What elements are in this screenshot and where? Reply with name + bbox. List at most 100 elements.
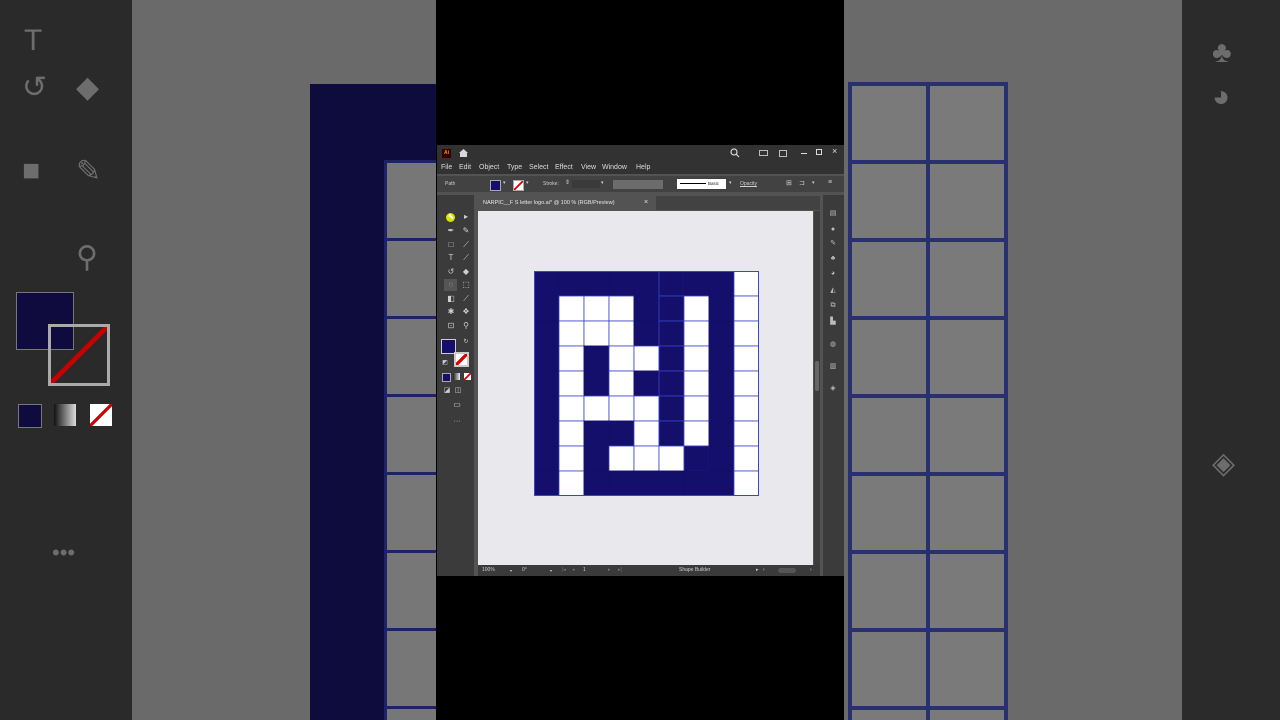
grid-cell[interactable] [558, 445, 585, 472]
grid-cell[interactable] [633, 295, 660, 322]
grid-cell[interactable] [558, 295, 585, 322]
layers-icon[interactable]: ◈ [829, 385, 837, 393]
grid-cell[interactable] [733, 320, 759, 347]
grid-cell[interactable] [733, 271, 759, 297]
draw-behind-icon[interactable]: ◫ [453, 386, 463, 396]
next-artboard-icon[interactable]: ▸ [608, 565, 611, 576]
menu-window[interactable]: Window [602, 164, 627, 171]
grid-cell[interactable] [708, 445, 735, 472]
grid-cell[interactable] [558, 470, 585, 496]
transform-dropdown-icon[interactable]: ▾ [812, 180, 815, 186]
fill-color-swatch[interactable] [490, 180, 501, 191]
stroke-weight-dropdown-icon[interactable]: ▾ [601, 180, 604, 186]
status-menu-icon[interactable]: ▸ [756, 565, 759, 576]
grid-cell[interactable] [558, 345, 585, 372]
align-icon[interactable]: ⊞ [786, 179, 792, 187]
grid-cell[interactable] [658, 271, 685, 297]
edit-toolbar-icon[interactable]: ··· [452, 417, 462, 427]
stroke-dropdown-icon[interactable]: ▾ [526, 180, 529, 186]
grid-cell[interactable] [708, 271, 735, 297]
arrange-documents-icon[interactable] [759, 150, 768, 156]
grid-cell[interactable] [733, 395, 759, 422]
grid-cell[interactable] [733, 470, 759, 496]
grid-cell[interactable] [683, 370, 710, 397]
home-icon[interactable] [458, 148, 469, 158]
zoom-dropdown-icon[interactable]: ▾ [510, 565, 512, 576]
rotation-value[interactable]: 0° [522, 565, 527, 576]
grid-cell[interactable] [633, 271, 660, 297]
grid-cell[interactable] [608, 370, 635, 397]
artboard[interactable] [478, 211, 813, 565]
search-icon[interactable] [730, 148, 740, 158]
grid-cell[interactable] [683, 320, 710, 347]
grid-cell[interactable] [708, 420, 735, 447]
grid-cell[interactable] [558, 370, 585, 397]
stroke-weight-input[interactable] [572, 180, 600, 188]
grid-cell[interactable] [583, 395, 610, 422]
artboard-number[interactable]: 1 [583, 565, 586, 576]
grid-cell[interactable] [683, 420, 710, 447]
workspace-icon[interactable] [779, 150, 787, 157]
rotate-tool-icon[interactable]: ↺ [446, 267, 456, 277]
grid-cell[interactable] [708, 395, 735, 422]
grid-cell[interactable] [633, 370, 660, 397]
grid-cell[interactable] [733, 295, 759, 322]
grid-cell[interactable] [583, 370, 610, 397]
gradient-tool-icon[interactable]: ◧ [446, 294, 456, 304]
grid-cell[interactable] [534, 320, 560, 347]
stroke-stepper-icon[interactable]: ⇕ [565, 179, 570, 186]
grid-cell[interactable] [534, 345, 560, 372]
zoom-level[interactable]: 100% [482, 565, 495, 576]
grid-cell[interactable] [558, 320, 585, 347]
appearance-icon[interactable]: ◭ [829, 287, 837, 295]
eyedropper-tool-icon[interactable]: ⟋ [461, 294, 471, 304]
grid-cell[interactable] [683, 445, 710, 472]
grid-cell[interactable] [534, 445, 560, 472]
grid-cell[interactable] [683, 345, 710, 372]
grid-cell[interactable] [534, 395, 560, 422]
grid-cell[interactable] [558, 420, 585, 447]
grid-cell[interactable] [658, 470, 685, 496]
grid-cell[interactable] [658, 420, 685, 447]
last-artboard-icon[interactable]: ▸| [618, 565, 622, 576]
pencil-tool-icon[interactable]: ⟋ [461, 253, 471, 263]
grid-cell[interactable] [683, 395, 710, 422]
none-mode-button[interactable] [464, 373, 471, 380]
first-artboard-icon[interactable]: |◂ [562, 565, 566, 576]
brush-definition[interactable]: Basic [677, 179, 726, 189]
maximize-icon[interactable] [816, 149, 822, 155]
grid-cell[interactable] [658, 295, 685, 322]
grid-cell[interactable] [534, 470, 560, 496]
curvature-tool-icon[interactable]: ✎ [461, 226, 471, 236]
eraser-tool-icon[interactable]: ◆ [461, 267, 471, 277]
grid-cell[interactable] [633, 420, 660, 447]
grid-cell[interactable] [633, 470, 660, 496]
document-tab[interactable]: NARPIC__F S letter logo.ai* @ 100 % (RGB… [478, 196, 656, 210]
free-transform-icon[interactable]: ⬚ [461, 280, 471, 290]
grid-cell[interactable] [534, 295, 560, 322]
grid-cell[interactable] [608, 445, 635, 472]
grid-cell[interactable] [708, 295, 735, 322]
grid-cell[interactable] [683, 295, 710, 322]
grid-cell[interactable] [608, 470, 635, 496]
grid-cell[interactable] [608, 420, 635, 447]
grid-cell[interactable] [534, 420, 560, 447]
grid-cell[interactable] [608, 345, 635, 372]
grid-cell[interactable] [583, 345, 610, 372]
pathfinder-icon[interactable]: ⧉ [829, 302, 837, 310]
grid-cell[interactable] [733, 345, 759, 372]
scroll-left-icon[interactable]: ‹ [763, 565, 765, 576]
transform-icon[interactable]: ⊐ [799, 179, 805, 187]
close-window-icon[interactable]: × [832, 146, 837, 156]
type-tool-icon[interactable]: T [446, 253, 456, 263]
default-colors-icon[interactable]: ◩ [440, 358, 450, 368]
menu-view[interactable]: View [581, 164, 596, 171]
grid-cell[interactable] [608, 320, 635, 347]
symbol-sprayer-icon[interactable]: ❖ [461, 307, 471, 317]
close-tab-icon[interactable]: × [644, 196, 648, 210]
menu-effect[interactable]: Effect [555, 164, 573, 171]
symbols-icon[interactable]: ♣ [829, 255, 837, 263]
brushes-icon[interactable]: ✎ [829, 240, 837, 248]
menu-object[interactable]: Object [479, 164, 499, 171]
grid-cell[interactable] [708, 470, 735, 496]
